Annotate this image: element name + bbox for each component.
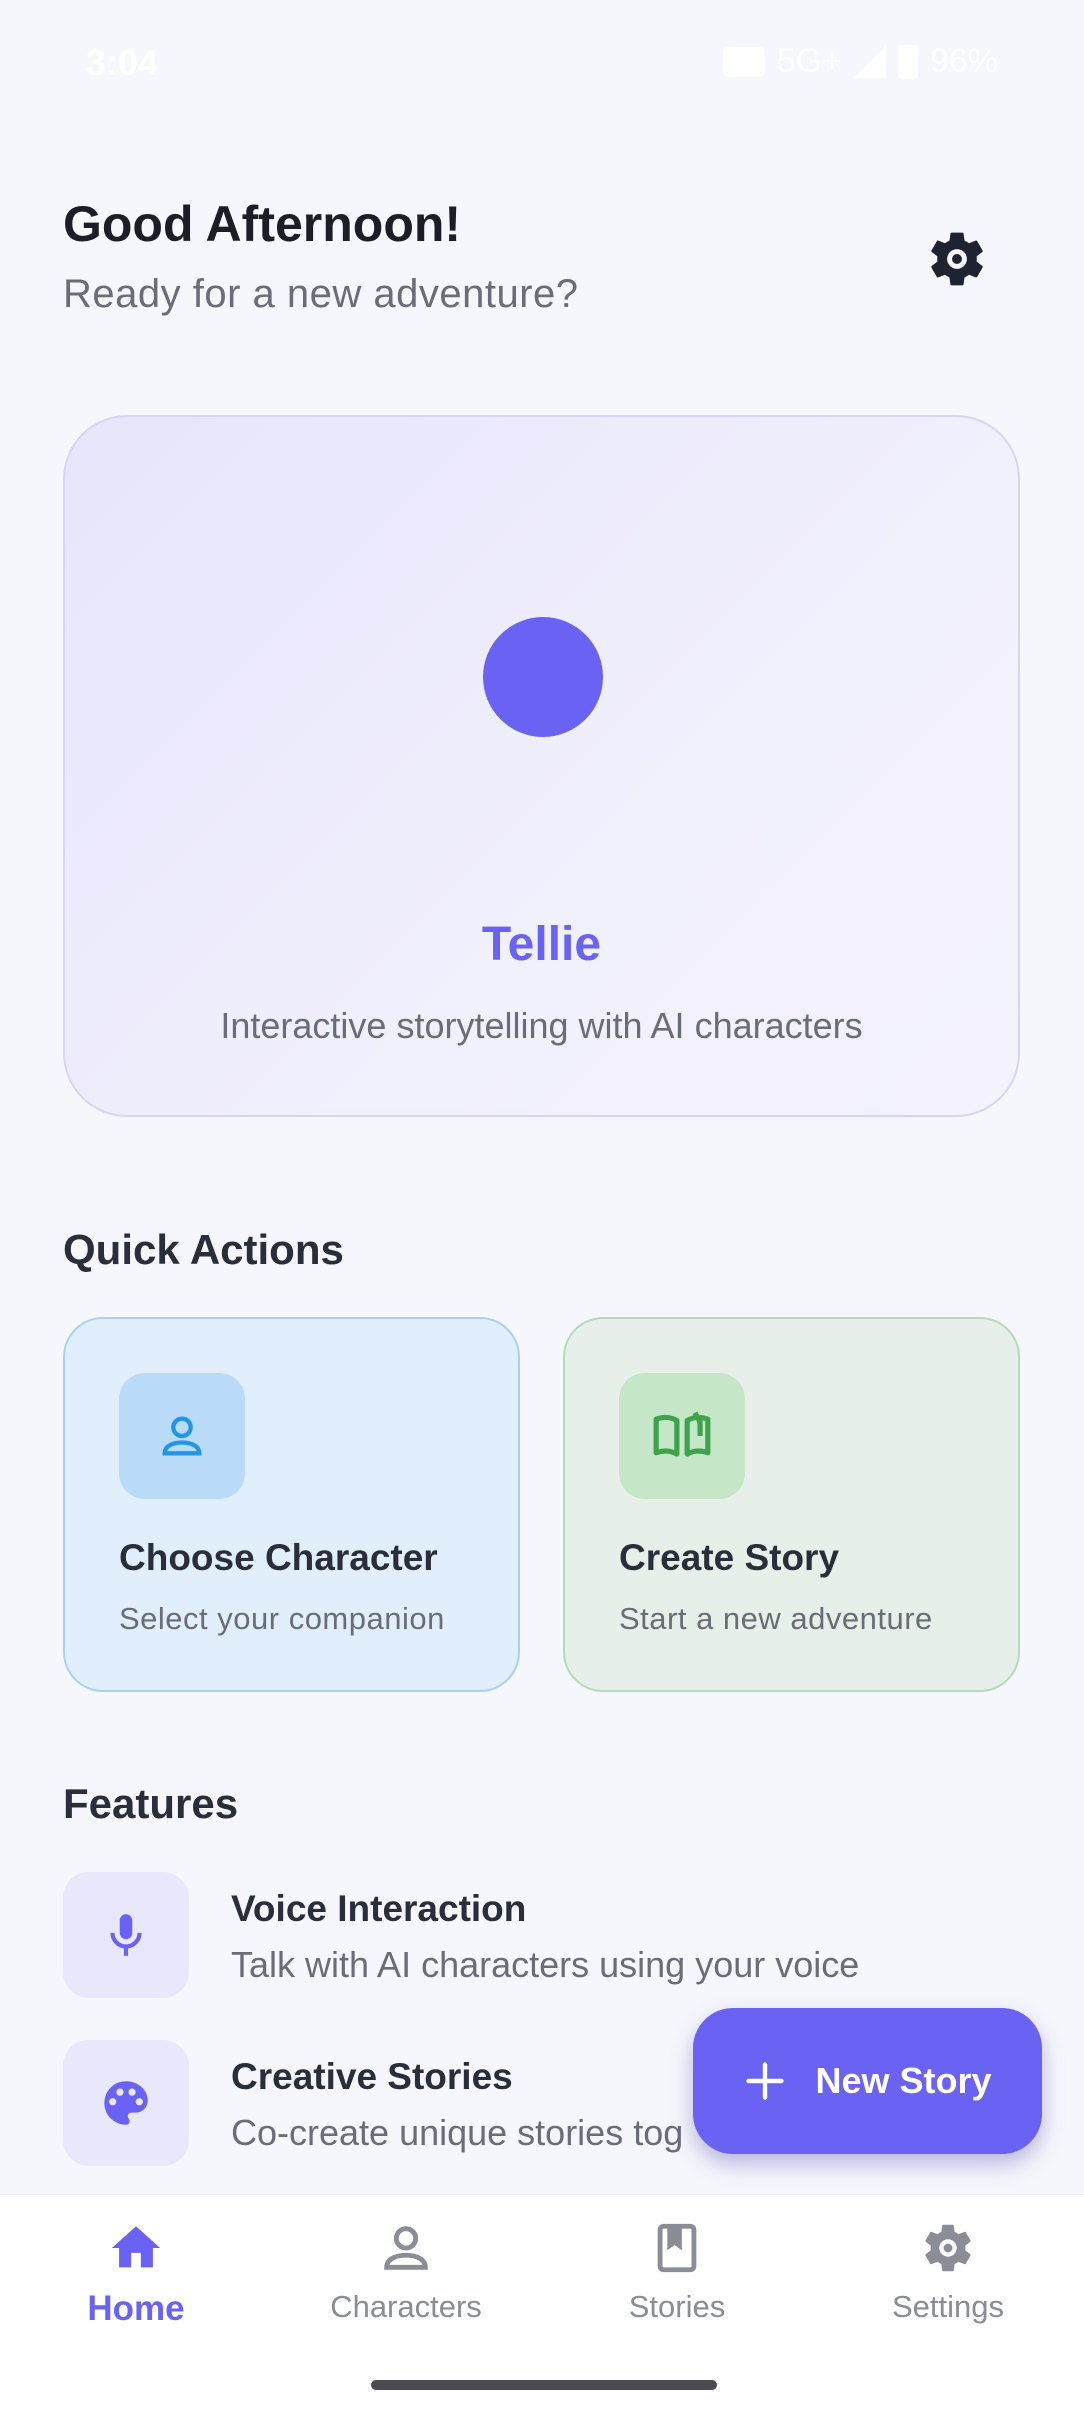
notification-icon [722,46,765,77]
nav-characters-label: Characters [330,2289,482,2324]
open-book-icon [653,1411,711,1457]
create-story-card[interactable]: Create Story Start a new adventure [563,1317,1020,1692]
microphone-icon [110,1914,142,1956]
voice-feature-icon-box [63,1872,189,1998]
person-icon [384,2226,428,2270]
nav-settings[interactable]: Settings [848,2219,1048,2359]
create-story-icon-box [619,1373,745,1499]
hero-avatar [483,617,603,737]
new-story-label: New Story [815,2060,992,2101]
voice-feature-title: Voice Interaction [231,1888,527,1929]
stories-feature-subtitle: Co-create unique stories tog [231,2112,684,2153]
settings-button[interactable] [920,222,994,296]
create-story-title: Create Story [619,1537,840,1578]
create-story-subtitle: Start a new adventure [619,1601,933,1636]
battery-icon [897,44,918,79]
status-indicators: 5G+ 96% [722,42,998,81]
feature-voice-interaction: Voice Interaction Talk with AI character… [63,1872,1020,1998]
bookmark-book-icon [657,2223,697,2273]
plus-icon [746,2062,785,2100]
home-indicator[interactable] [371,2380,717,2390]
stories-feature-icon-box [63,2040,189,2166]
signal-icon [853,45,886,78]
nav-settings-label: Settings [891,2289,1004,2324]
status-time: 3:04 [86,42,159,83]
nav-home[interactable]: Home [36,2219,236,2359]
gear-icon [925,2224,971,2272]
hero-card: Tellie Interactive storytelling with AI … [63,415,1020,1117]
new-story-button[interactable]: New Story [693,2008,1042,2154]
app-name: Tellie [481,918,602,971]
nav-stories[interactable]: Stories [577,2219,777,2359]
home-screen: 3:04 5G+ 96% Good Afternoon! Ready for a… [0,0,1084,2412]
choose-character-subtitle: Select your companion [119,1601,445,1636]
nav-stories-label: Stories [628,2289,726,2324]
person-icon [162,1416,202,1456]
network-label: 5G+ [776,42,842,80]
home-icon [111,2226,161,2268]
nav-home-label: Home [87,2289,185,2328]
nav-characters[interactable]: Characters [306,2219,506,2359]
gear-icon [931,232,983,286]
features-title: Features [63,1780,239,1827]
choose-character-icon-box [119,1373,245,1499]
greeting-title: Good Afternoon! [63,196,462,252]
battery-level: 96% [929,42,998,80]
palette-icon [104,2081,148,2125]
voice-feature-subtitle: Talk with AI characters using your voice [231,1944,860,1985]
choose-character-title: Choose Character [119,1537,438,1578]
status-bar: 3:04 5G+ 96% [0,0,1084,125]
stories-feature-title: Creative Stories [231,2056,513,2097]
quick-actions-title: Quick Actions [63,1226,344,1273]
greeting-subtitle: Ready for a new adventure? [63,272,579,316]
app-tagline: Interactive storytelling with AI charact… [220,1005,863,1046]
choose-character-card[interactable]: Choose Character Select your companion [63,1317,520,1692]
